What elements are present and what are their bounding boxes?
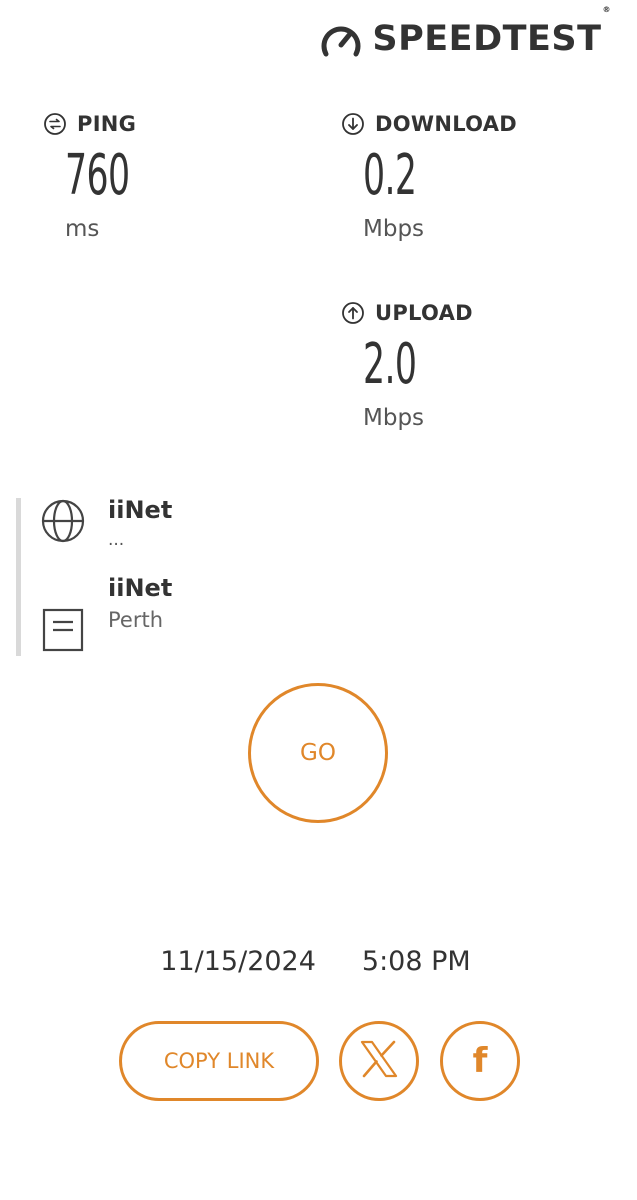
- connection-divider: [16, 498, 21, 656]
- download-unit: Mbps: [363, 216, 425, 242]
- isp-name: iiNet: [108, 496, 173, 524]
- result-time: 5:08 PM: [361, 946, 471, 977]
- share-facebook-button[interactable]: f: [440, 1021, 520, 1101]
- server-name[interactable]: iiNet: [108, 574, 172, 602]
- arrow-up-circle-icon: [341, 301, 365, 325]
- go-button-label: GO: [300, 740, 336, 766]
- download-label: DOWNLOAD: [375, 112, 518, 136]
- upload-unit: Mbps: [363, 405, 425, 431]
- server-location[interactable]: Perth: [108, 608, 163, 632]
- ping-label: PING: [77, 112, 137, 136]
- ping-value: 760: [65, 143, 130, 208]
- copy-link-button[interactable]: COPY LINK: [119, 1021, 319, 1101]
- copy-link-label: COPY LINK: [163, 1049, 275, 1073]
- upload-label: UPLOAD: [375, 301, 473, 325]
- download-value: 0.2: [363, 143, 417, 208]
- result-date: 11/15/2024: [160, 946, 316, 977]
- download-metric: DOWNLOAD 0.2 Mbps: [341, 112, 517, 242]
- registered-mark: ®: [602, 5, 611, 14]
- connection-info: iiNet ... iiNet Perth: [16, 496, 316, 656]
- upload-value: 2.0: [363, 332, 417, 397]
- result-datetime: 11/15/2024 5:08 PM: [0, 946, 637, 977]
- go-button[interactable]: GO: [248, 683, 388, 823]
- upload-metric: UPLOAD 2.0 Mbps: [341, 301, 473, 431]
- ping-metric: PING 760 ms: [43, 112, 169, 242]
- globe-icon: [40, 498, 86, 549]
- isp-ip: ...: [108, 530, 125, 550]
- brand-name: SPEEDTEST®: [372, 5, 611, 59]
- x-logo-icon: [359, 1040, 399, 1083]
- share-x-button[interactable]: [339, 1021, 419, 1101]
- arrow-down-circle-icon: [341, 112, 365, 136]
- ping-unit: ms: [65, 216, 100, 242]
- server-icon: [42, 608, 84, 657]
- gauge-icon: [320, 23, 362, 57]
- speedtest-logo[interactable]: SPEEDTEST®: [320, 5, 611, 59]
- facebook-icon: f: [472, 1041, 488, 1081]
- ping-icon: [43, 112, 67, 136]
